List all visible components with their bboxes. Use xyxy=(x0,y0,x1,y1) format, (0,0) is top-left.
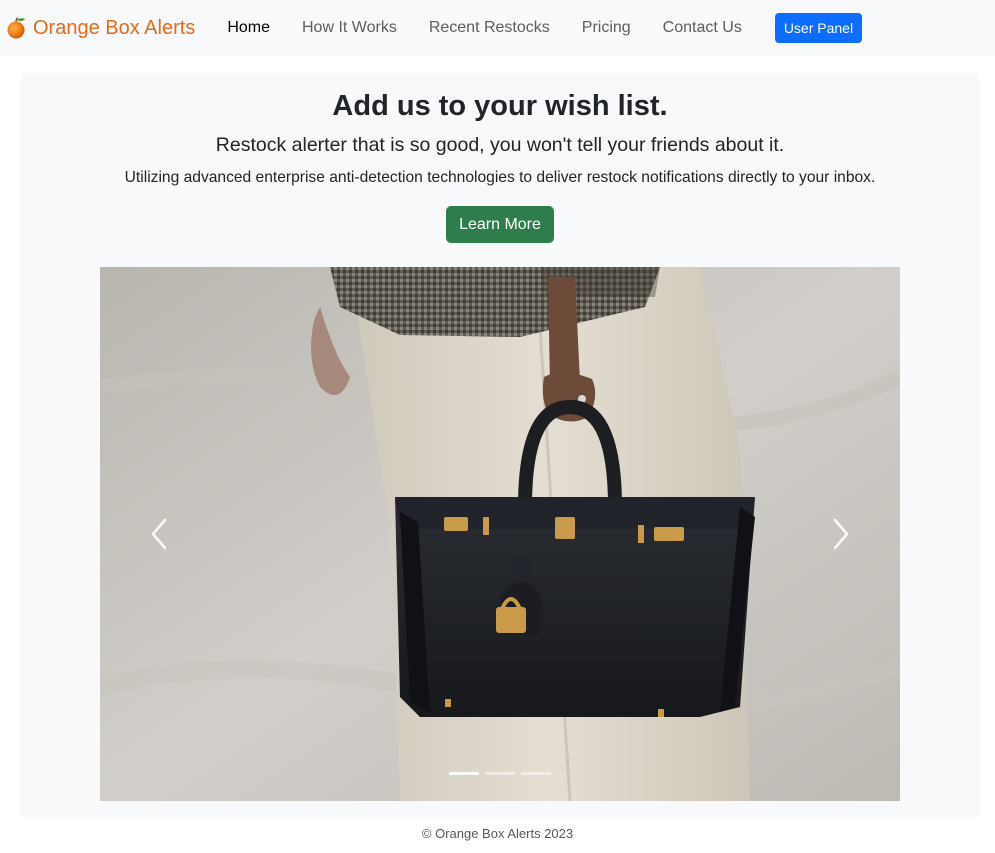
footer-copyright: © Orange Box Alerts 2023 xyxy=(421,826,574,841)
nav-link-contact-us[interactable]: Contact Us xyxy=(647,11,758,45)
hero-title: Add us to your wish list. xyxy=(332,90,668,122)
brand-name: Orange Box Alerts xyxy=(33,16,196,39)
nav-link-home[interactable]: Home xyxy=(211,11,286,45)
navbar: Orange Box Alerts Home How It Works Rece… xyxy=(0,0,995,56)
carousel-indicator-3[interactable] xyxy=(521,772,551,775)
carousel-indicator-2[interactable] xyxy=(485,772,515,775)
carousel-indicator-1[interactable] xyxy=(449,772,479,775)
learn-more-button[interactable]: Learn More xyxy=(446,206,554,243)
chevron-right-icon[interactable] xyxy=(825,514,855,554)
user-panel-button[interactable]: User Panel xyxy=(774,13,863,43)
hero-section: Add us to your wish list. Restock alerte… xyxy=(20,73,980,817)
nav-link-pricing[interactable]: Pricing xyxy=(566,11,647,45)
brand-link[interactable]: Orange Box Alerts xyxy=(6,16,195,40)
handbag-photo xyxy=(100,267,900,801)
nav-link-recent-restocks[interactable]: Recent Restocks xyxy=(413,11,566,45)
carousel-indicators xyxy=(100,772,900,775)
hero-lead: Restock alerter that is so good, you won… xyxy=(215,134,785,156)
image-carousel[interactable] xyxy=(100,267,900,801)
nav-links: Home How It Works Recent Restocks Pricin… xyxy=(211,11,758,45)
chevron-left-icon[interactable] xyxy=(145,514,175,554)
hero-description: Utilizing advanced enterprise anti-detec… xyxy=(124,169,876,186)
orange-fruit-icon xyxy=(6,16,28,40)
nav-link-how-it-works[interactable]: How It Works xyxy=(286,11,413,45)
